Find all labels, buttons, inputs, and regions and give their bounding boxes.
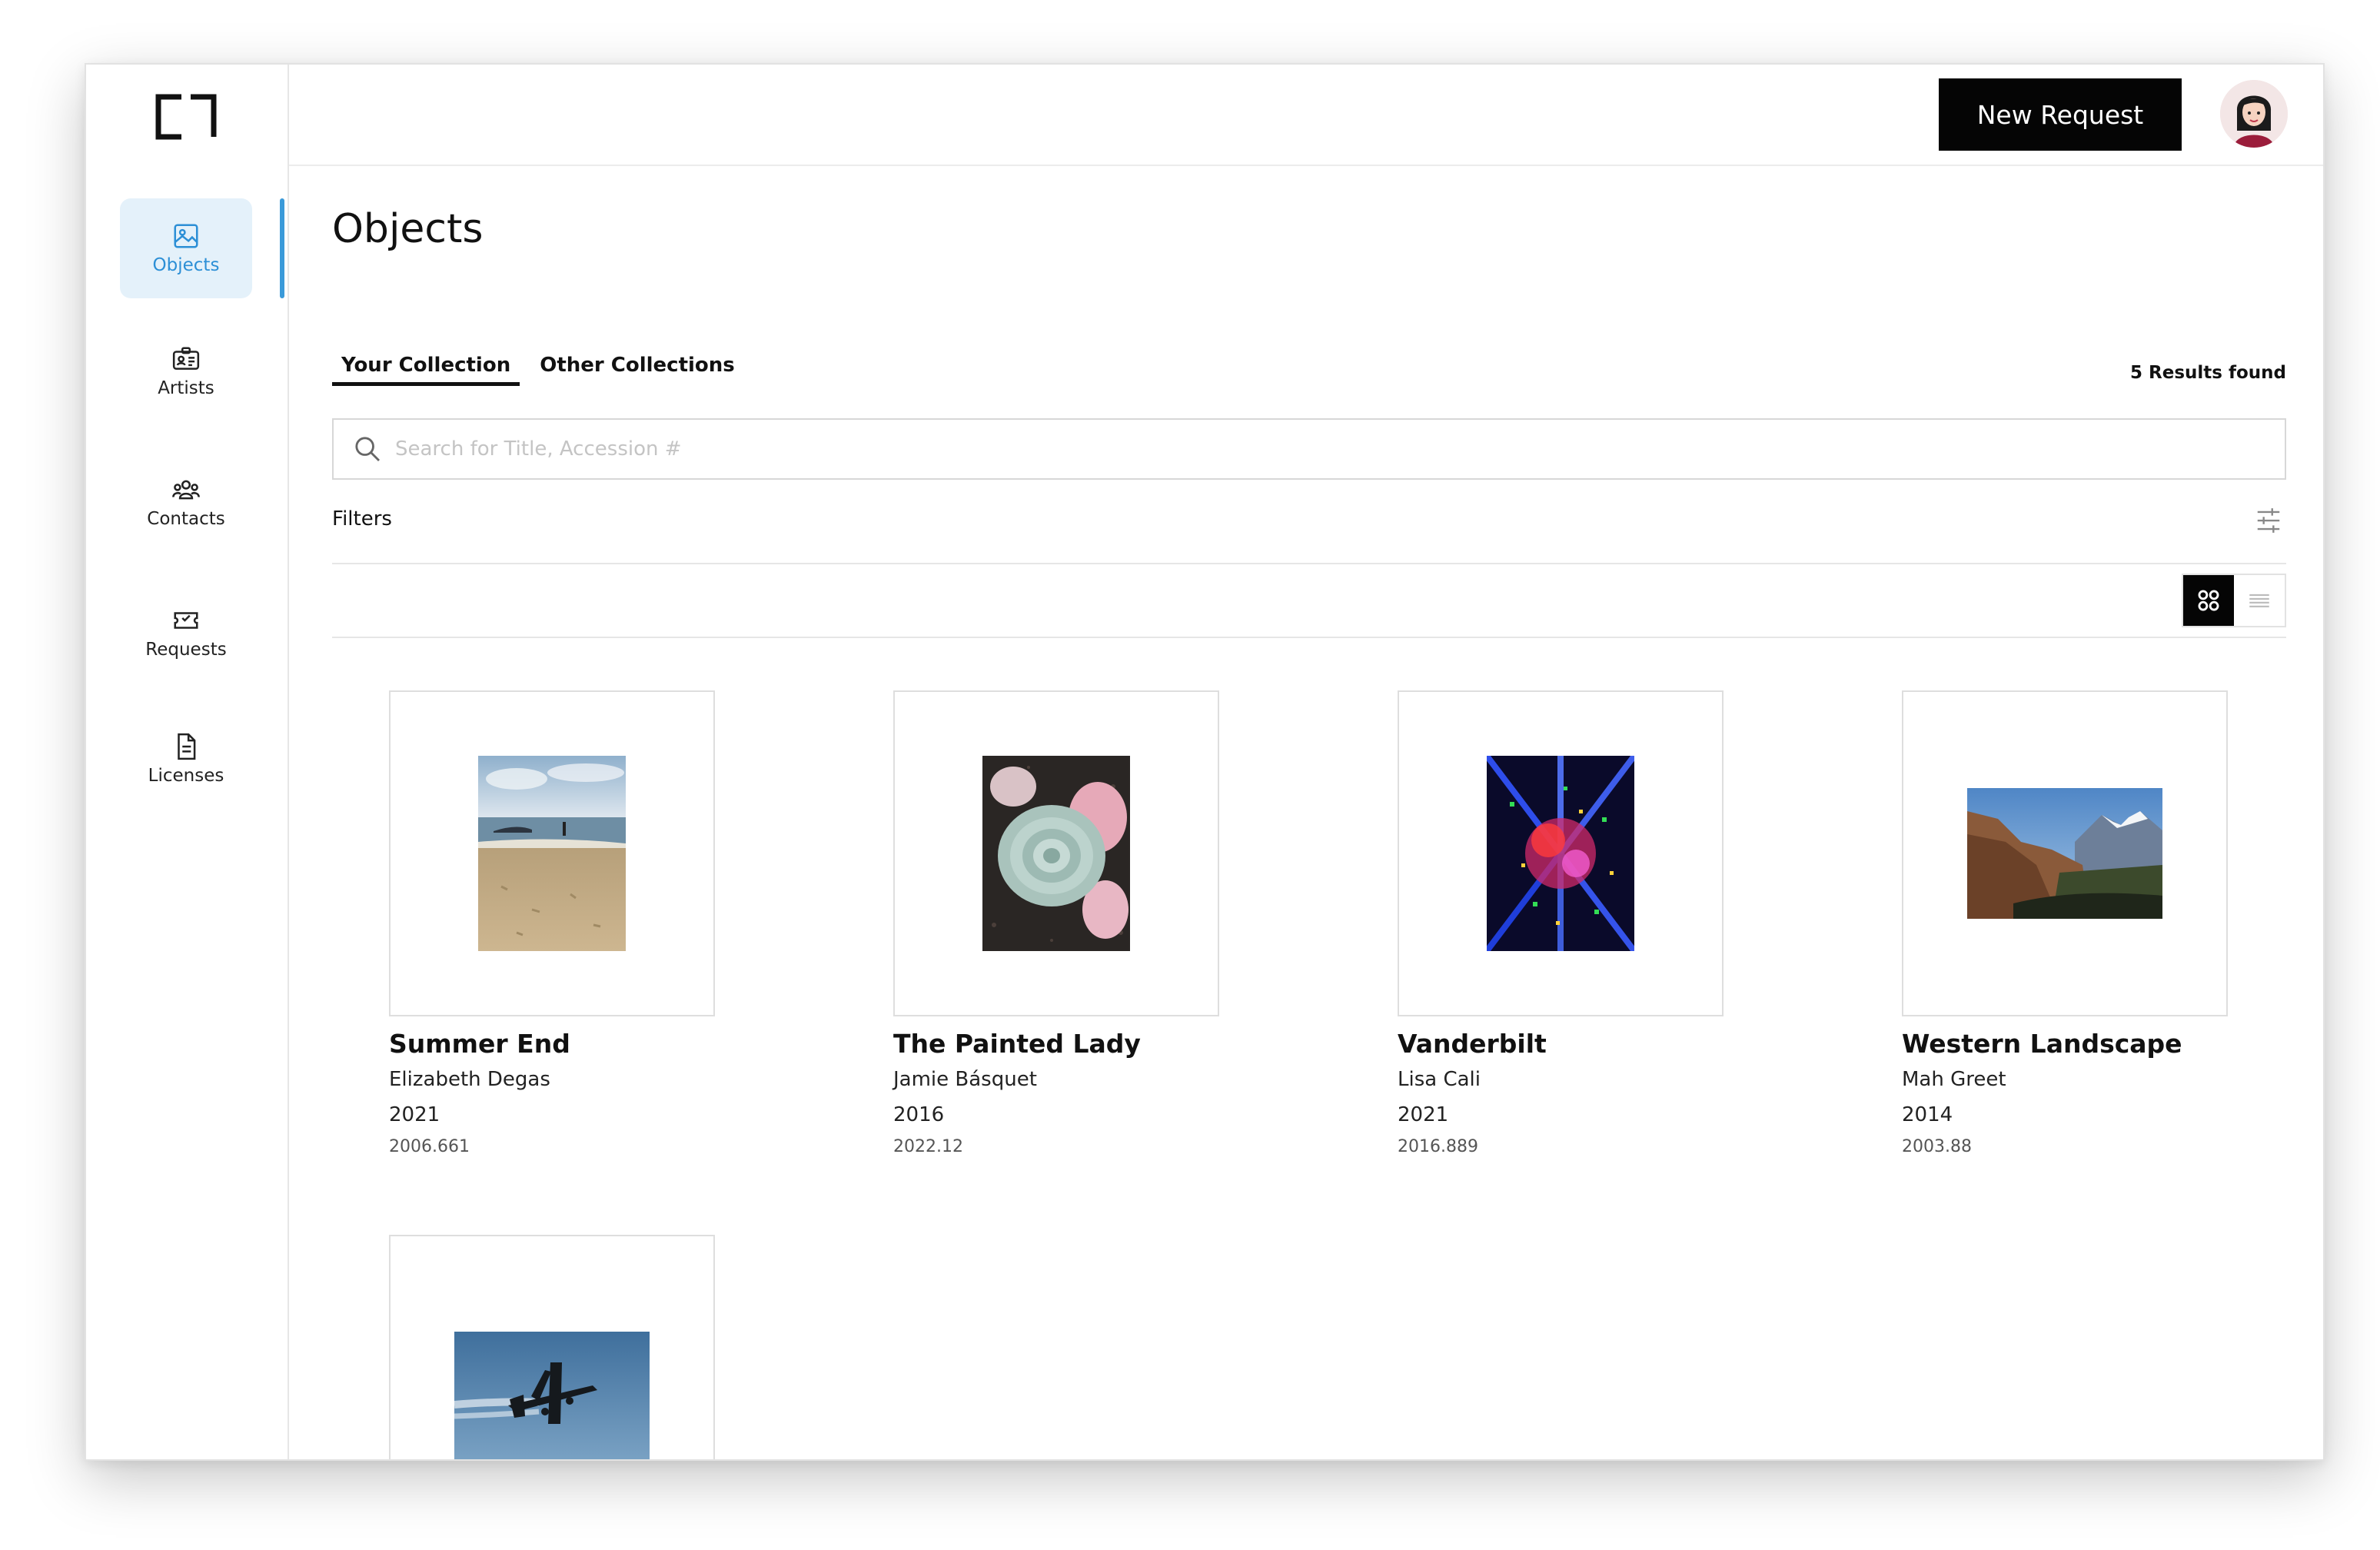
list-view-icon: [2249, 594, 2269, 607]
object-thumbnail[interactable]: [1398, 690, 1724, 1016]
object-accession: 2003.88: [1902, 1137, 1972, 1156]
ticket-icon: [174, 612, 198, 629]
succulent-photo: [982, 756, 1130, 951]
object-title[interactable]: Vanderbilt: [1398, 1029, 1724, 1059]
app-window: Objects Artists Contacts Requests Licens…: [85, 63, 2325, 1461]
object-artist: Jamie Básquet: [893, 1068, 1037, 1091]
object-year: 2021: [389, 1103, 440, 1126]
object-thumbnail[interactable]: [893, 690, 1219, 1016]
collection-tabs: Your Collection Other Collections: [332, 354, 744, 386]
object-title[interactable]: Western Landscape: [1902, 1029, 2228, 1059]
sidebar-item-artists[interactable]: Artists: [120, 321, 252, 421]
grid-view-icon: [2198, 590, 2219, 611]
object-artist: Elizabeth Degas: [389, 1068, 550, 1091]
airplane-photo: [454, 1332, 650, 1459]
toolbar-divider: [332, 637, 2286, 638]
user-avatar[interactable]: [2220, 80, 2288, 148]
object-card[interactable]: Summer End Elizabeth Degas 2021 2006.661: [389, 690, 715, 1156]
sidebar-item-objects[interactable]: Objects: [120, 198, 252, 298]
tab-your-collection[interactable]: Your Collection: [332, 354, 520, 386]
main-content: Objects Your Collection Other Collection…: [289, 166, 2323, 1459]
object-card[interactable]: Vanderbilt Lisa Cali 2021 2016.889: [1398, 690, 1724, 1156]
canyon-landscape-photo: [1967, 788, 2162, 919]
sidebar-item-licenses[interactable]: Licenses: [120, 709, 252, 809]
sidebar-item-label: Artists: [158, 378, 214, 398]
beach-photo: [478, 756, 626, 951]
document-icon: [178, 733, 196, 760]
object-accession: 2016.889: [1398, 1137, 1478, 1156]
id-card-icon: [172, 347, 200, 370]
sidebar-item-contacts[interactable]: Contacts: [120, 452, 252, 552]
tab-other-collections[interactable]: Other Collections: [530, 354, 744, 384]
sidebar-item-label: Licenses: [148, 766, 224, 786]
object-year: 2016: [893, 1103, 945, 1126]
object-thumbnail[interactable]: [389, 690, 715, 1016]
list-view-button[interactable]: [2234, 575, 2285, 626]
search-input[interactable]: [394, 437, 2285, 461]
sidebar-item-label: Requests: [145, 640, 227, 660]
view-toggle: [2182, 574, 2286, 627]
filters-divider: [332, 563, 2286, 564]
object-year: 2014: [1902, 1103, 1953, 1126]
grid-view-button[interactable]: [2183, 575, 2234, 626]
object-accession: 2022.12: [893, 1137, 963, 1156]
object-accession: 2006.661: [389, 1137, 470, 1156]
sidebar: Objects Artists Contacts Requests Licens…: [86, 65, 289, 1459]
filters-label: Filters: [332, 507, 392, 531]
image-icon: [174, 224, 198, 248]
abstract-lights-photo: [1487, 756, 1634, 951]
people-group-icon: [172, 480, 200, 500]
object-year: 2021: [1398, 1103, 1449, 1126]
app-logo[interactable]: [154, 92, 218, 141]
avatar-illustration: [2220, 80, 2288, 148]
sidebar-item-label: Objects: [152, 255, 220, 275]
page-title: Objects: [332, 206, 484, 252]
object-card[interactable]: Western Landscape Mah Greet 2014 2003.88: [1902, 690, 2228, 1156]
object-card[interactable]: The Painted Lady Jamie Básquet 2016 2022…: [893, 690, 1219, 1156]
search-icon: [355, 437, 381, 462]
object-artist: Lisa Cali: [1398, 1068, 1481, 1091]
object-title[interactable]: The Painted Lady: [893, 1029, 1219, 1059]
object-thumbnail[interactable]: [1902, 690, 2228, 1016]
sidebar-item-label: Contacts: [147, 509, 225, 529]
active-nav-indicator: [280, 198, 284, 298]
object-artist: Mah Greet: [1902, 1068, 2006, 1091]
object-thumbnail[interactable]: [389, 1235, 715, 1459]
new-request-button[interactable]: New Request: [1939, 78, 2182, 151]
top-header: New Request: [289, 65, 2323, 166]
sidebar-item-requests[interactable]: Requests: [120, 583, 252, 683]
sliders-icon[interactable]: [2254, 506, 2283, 535]
results-count: 5 Results found: [2130, 363, 2286, 383]
search-bar: [332, 418, 2286, 480]
object-title[interactable]: Summer End: [389, 1029, 715, 1059]
